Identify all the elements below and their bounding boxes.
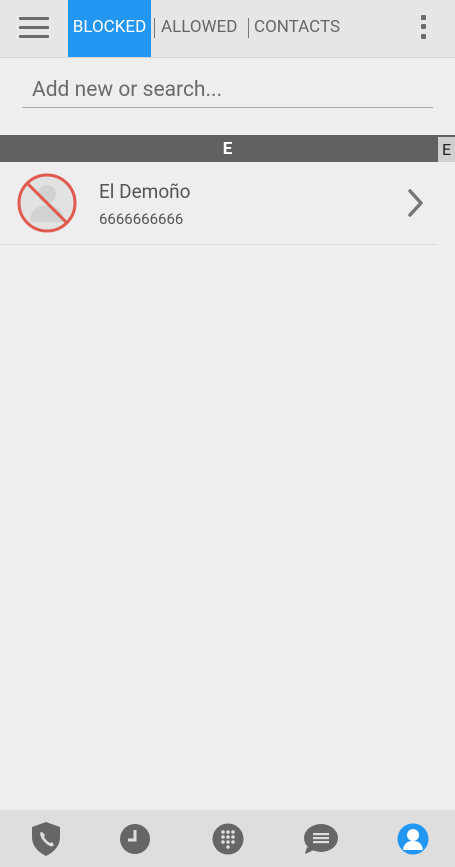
shield-phone-icon (31, 821, 60, 856)
section-header: E (0, 135, 455, 162)
nav-messages[interactable] (275, 810, 366, 867)
tab-divider (154, 18, 155, 38)
list-item[interactable]: El Demoño 6666666666 (0, 162, 437, 245)
nav-contacts[interactable] (367, 810, 455, 867)
bottom-navigation (0, 810, 455, 867)
message-icon (303, 823, 338, 854)
contact-number: 6666666666 (99, 210, 184, 228)
nav-recents[interactable] (89, 810, 180, 867)
clock-icon (119, 823, 150, 854)
blocked-avatar-icon (16, 172, 78, 234)
contact-person-icon (397, 823, 428, 854)
nav-blocking[interactable] (0, 810, 91, 867)
tab-divider (248, 18, 249, 38)
menu-icon[interactable] (16, 14, 52, 42)
tab-blocked[interactable]: BLOCKED (68, 0, 151, 57)
tab-allowed[interactable]: ALLOWED (161, 0, 237, 57)
dialpad-icon (212, 823, 243, 854)
tab-contacts[interactable]: CONTACTS (254, 0, 340, 57)
contact-name: El Demoño (99, 180, 191, 203)
search-input[interactable] (22, 72, 433, 108)
overflow-menu-icon[interactable] (411, 13, 435, 43)
top-app-bar: BLOCKED ALLOWED CONTACTS (0, 0, 455, 57)
alphabet-index-letter[interactable]: E (438, 137, 455, 162)
chevron-right-icon[interactable] (404, 188, 426, 218)
nav-dialpad[interactable] (182, 810, 273, 867)
